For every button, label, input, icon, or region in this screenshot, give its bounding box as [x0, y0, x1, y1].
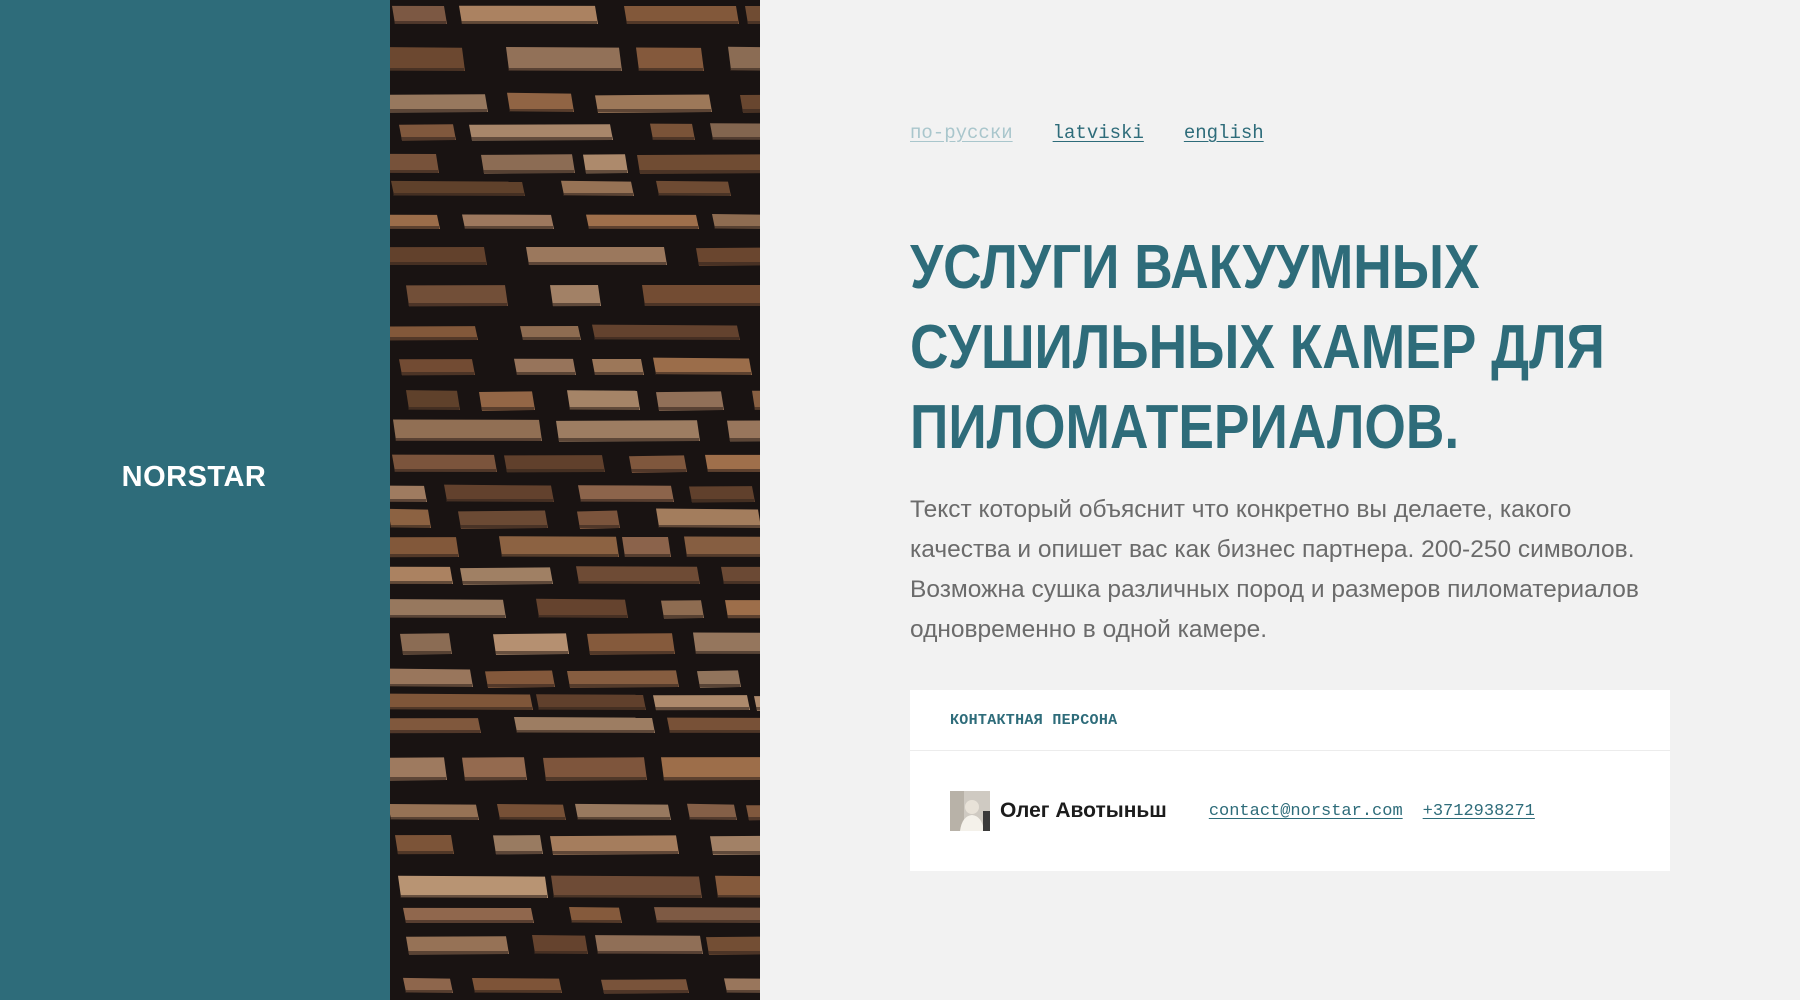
person-photo-icon — [950, 791, 990, 831]
contact-card-title: КОНТАКТНАЯ ПЕРСОНА — [950, 711, 1118, 729]
lumber-photo-image — [390, 0, 760, 1000]
lead-line: Текст который объяснит что конкретно вы … — [910, 496, 1572, 523]
landing-page: NORSTAR по-русски latviski english УСЛУГ… — [0, 0, 1800, 1000]
headline-line: СУШИЛЬНЫХ КАМЕР ДЛЯ — [910, 313, 1605, 382]
brand-panel: NORSTAR — [0, 0, 390, 1000]
contact-name: Олег Авотыньш — [1000, 799, 1167, 822]
lead-line: качества и опишет вас как бизнес партнер… — [910, 536, 1635, 563]
contact-card-header: КОНТАКТНАЯ ПЕРСОНА — [910, 690, 1670, 751]
photo-shade — [390, 0, 760, 1000]
contact-card-body: Олег Авотыньш contact@norstar.com +37129… — [910, 751, 1670, 871]
headline-line: УСЛУГИ ВАКУУМНЫХ — [910, 233, 1480, 302]
language-switcher: по-русски latviski english — [910, 122, 1264, 144]
lang-english[interactable]: english — [1184, 122, 1264, 144]
lead-line: Возможна сушка различных пород и размеро… — [910, 576, 1639, 603]
main-content: по-русски latviski english УСЛУГИ ВАКУУМ… — [910, 0, 1670, 1000]
lead-line: одновременно в одной камере. — [910, 616, 1268, 643]
contact-email-link[interactable]: contact@norstar.com — [1209, 802, 1403, 821]
lead-paragraph: Текст который объяснит что конкретно вы … — [910, 490, 1680, 650]
lumber-photo — [390, 0, 760, 1000]
page-headline: УСЛУГИ ВАКУУМНЫХ СУШИЛЬНЫХ КАМЕР ДЛЯ ПИЛ… — [910, 228, 1667, 468]
avatar — [950, 791, 990, 831]
brand-logo[interactable]: NORSTAR — [122, 461, 267, 494]
headline-line: ПИЛОМАТЕРИАЛОВ. — [910, 393, 1460, 462]
lang-russian[interactable]: по-русски — [910, 122, 1013, 144]
contact-phone-link[interactable]: +3712938271 — [1423, 802, 1535, 821]
lang-latvian[interactable]: latviski — [1053, 122, 1144, 144]
contact-card: КОНТАКТНАЯ ПЕРСОНА Олег Авотыньш contact… — [910, 690, 1670, 871]
